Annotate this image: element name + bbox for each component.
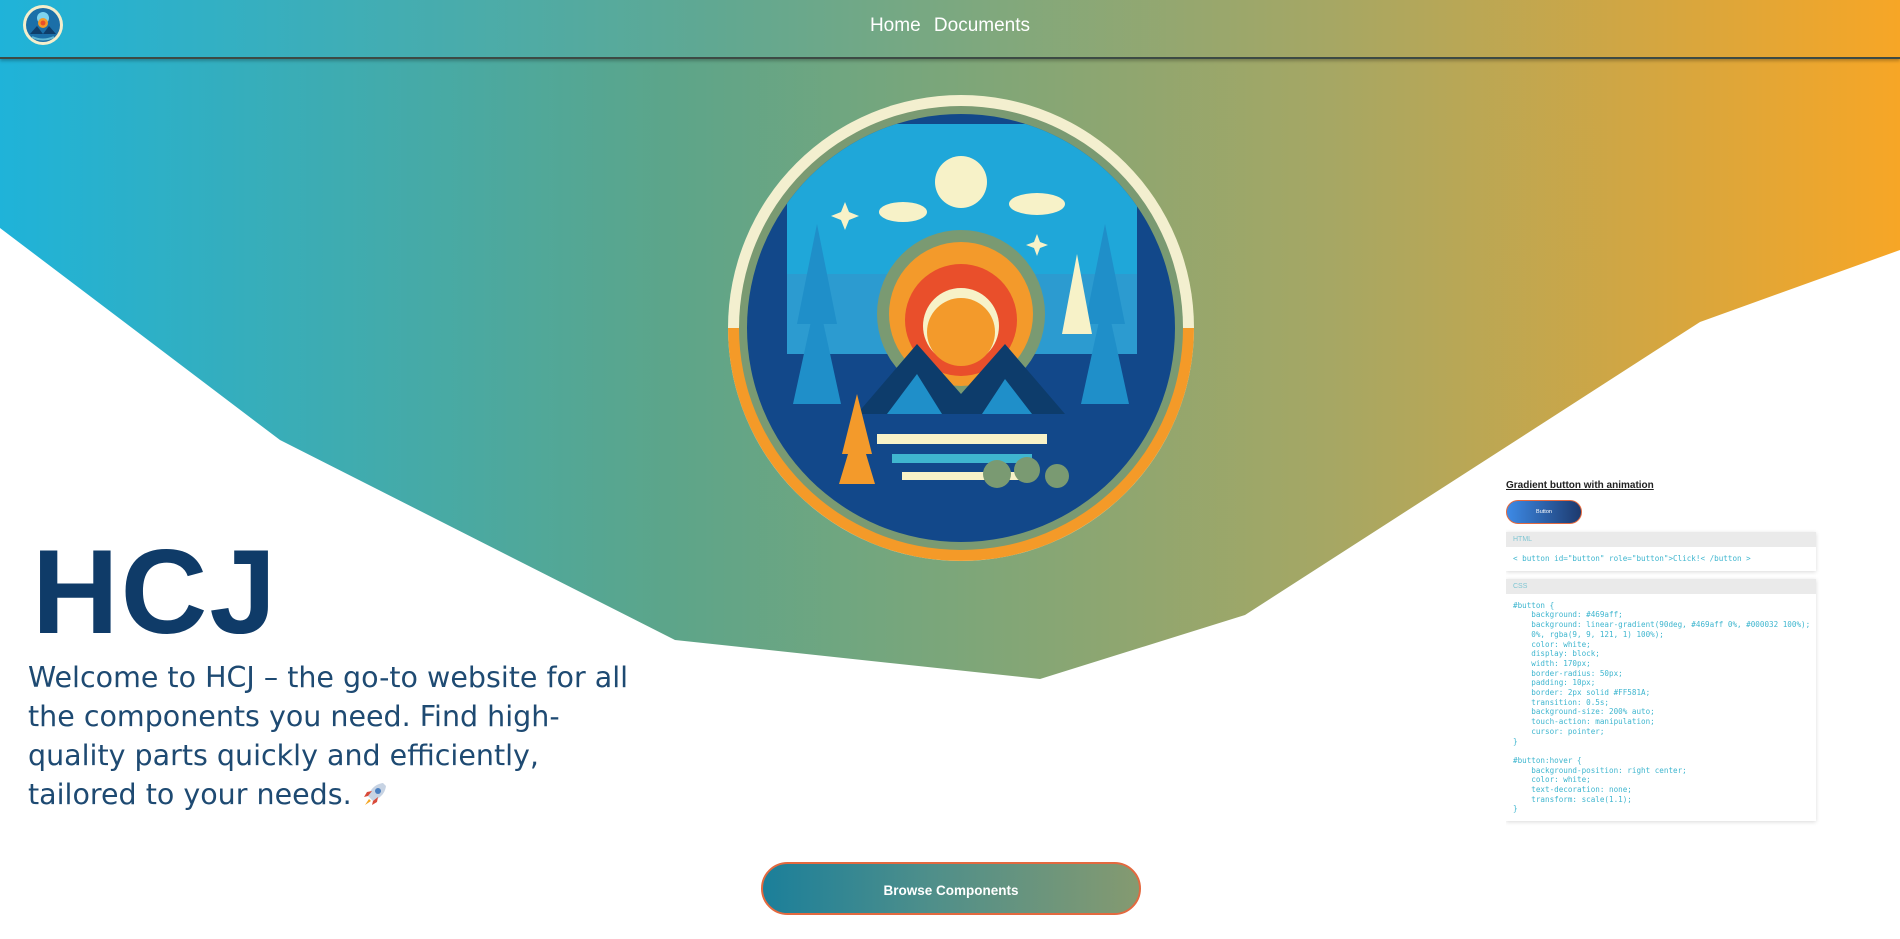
css-code-panel: CSS #button { background: #469aff; backg… <box>1506 578 1816 822</box>
html-code-block: < button id="button" role="button">Click… <box>1513 554 1751 563</box>
css-code-block: #button { background: #469aff; backgroun… <box>1513 600 1811 814</box>
nav-link-home[interactable]: Home <box>870 15 921 36</box>
css-code-header: CSS <box>1506 578 1816 594</box>
nav-links: Home Documents <box>0 15 1900 37</box>
welcome-text: Welcome to HCJ – the go-to website for a… <box>28 658 638 814</box>
nav-link-documents[interactable]: Documents <box>934 15 1030 36</box>
welcome-paragraph: Welcome to HCJ – the go-to website for a… <box>28 661 629 811</box>
preview-title[interactable]: Gradient button with animation <box>1506 480 1820 491</box>
nature-emblem-icon <box>728 95 1194 561</box>
page-title: HCJ <box>32 525 279 659</box>
rocket-icon <box>363 783 386 805</box>
top-navbar: Home Documents <box>0 0 1900 59</box>
html-code-header: HTML <box>1506 532 1816 547</box>
browse-components-button[interactable]: Browse Components <box>761 862 1141 915</box>
component-preview-card: Gradient button with animation Button HT… <box>1506 478 1820 852</box>
preview-demo-button[interactable]: Button <box>1506 500 1582 524</box>
html-code-panel: HTML < button id="button" role="button">… <box>1506 532 1816 571</box>
